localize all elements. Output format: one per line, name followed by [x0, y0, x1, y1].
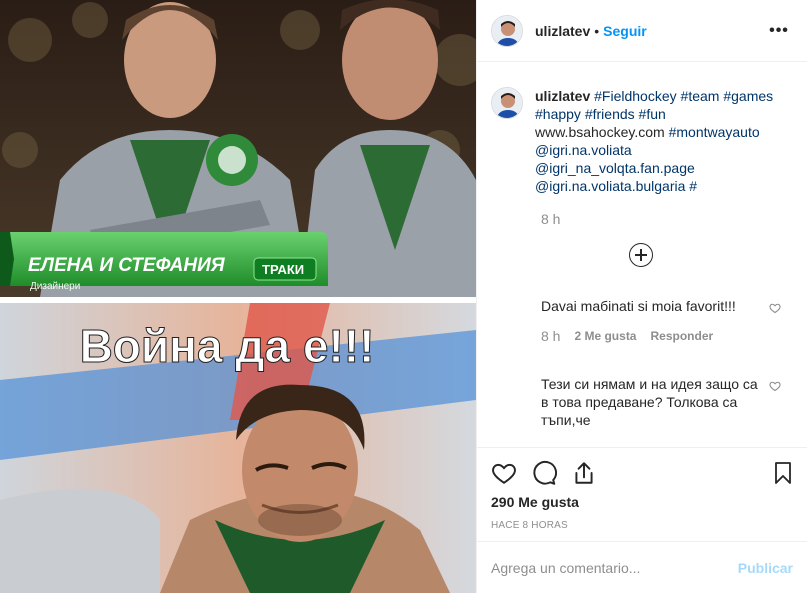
caption-tag-link[interactable]: @igri.na.voliata.bulgaria — [535, 178, 685, 194]
comment-icon[interactable] — [531, 460, 557, 486]
separator-dot: • — [594, 22, 600, 39]
comment-text: Тези си нямам и на идея защо са в това п… — [541, 376, 758, 428]
comments-section[interactable]: ulizlatev #Fieldhockey #team #games #hap… — [477, 63, 807, 447]
caption-tag-link[interactable]: # — [689, 178, 697, 194]
avatar[interactable] — [491, 14, 523, 47]
reply-button[interactable]: Responder — [650, 327, 713, 345]
follow-button[interactable]: Seguir — [603, 23, 647, 39]
caption-text-part: www.bsahockey.com — [535, 124, 665, 140]
caption-username[interactable]: ulizlatev — [535, 88, 590, 104]
header-names: ulizlatev • Seguir — [535, 23, 767, 39]
caption-tag-link[interactable]: #friends — [585, 106, 635, 122]
comment-likes[interactable]: 2 Me gusta — [574, 327, 636, 345]
caption-avatar[interactable] — [491, 87, 523, 119]
publish-button[interactable]: Publicar — [738, 560, 793, 576]
meme-text: Война да е!!! — [80, 320, 375, 372]
caption-tag-link[interactable]: #team — [681, 88, 720, 104]
comment-input[interactable] — [491, 559, 738, 576]
caption-name: ЕЛЕНА И СТЕФАНИЯ — [28, 255, 226, 276]
caption-tag-link[interactable]: @igri_na_volqta.fan.page — [535, 160, 695, 176]
comment-time: 8 h — [541, 328, 561, 344]
comment-body: Тези си нямам и на идея защо са в това п… — [541, 375, 766, 429]
header-username[interactable]: ulizlatev — [535, 23, 590, 39]
caption-role: Дизайнери — [30, 281, 80, 292]
heart-icon[interactable] — [769, 301, 781, 317]
comment-body: Davai maбinati si moia favorit!!! 8 h 2 … — [541, 297, 766, 345]
comment-text: Davai maбinati si moia favorit!!! — [541, 298, 736, 314]
caption: ulizlatev #Fieldhockey #team #games #hap… — [491, 87, 791, 195]
comment-meta: 8 h 2 Me gusta Responder — [541, 327, 766, 345]
caption-tag-link[interactable]: #fun — [639, 106, 666, 122]
post-image[interactable]: ЕЛЕНА И СТЕФАНИЯ ТРАКИ Дизайнери Война д… — [0, 0, 476, 593]
comment-item: Тези си нямам и на идея защо са в това п… — [491, 375, 791, 429]
load-more — [491, 243, 791, 267]
post-image-canvas: ЕЛЕНА И СТЕФАНИЯ ТРАКИ Дизайнери Война д… — [0, 0, 476, 593]
caption-team: ТРАКИ — [262, 262, 304, 277]
caption-tag-link[interactable]: @igri.na.voliata — [535, 142, 632, 158]
caption-tag-link[interactable]: #Fieldhockey — [594, 88, 677, 104]
heart-icon[interactable] — [491, 460, 517, 486]
plus-circle-icon[interactable] — [629, 243, 653, 267]
post-header: ulizlatev • Seguir ••• — [477, 0, 807, 62]
caption-tag-link[interactable]: #montwayauto — [669, 124, 760, 140]
caption-tag-link[interactable]: #games — [723, 88, 773, 104]
caption-tag-link[interactable]: #happy — [535, 106, 581, 122]
bookmark-icon[interactable] — [771, 460, 795, 486]
add-comment-bar: Publicar — [477, 541, 807, 593]
post-actions: 290 Me gusta HACE 8 HORAS — [477, 447, 807, 547]
post-timestamp[interactable]: HACE 8 HORAS — [491, 520, 795, 531]
caption-avatar-image — [492, 88, 522, 118]
caption-time: 8 h — [541, 211, 561, 227]
comment-item: Davai maбinati si moia favorit!!! 8 h 2 … — [491, 297, 791, 345]
heart-icon[interactable] — [769, 379, 781, 395]
likes-count[interactable]: 290 Me gusta — [491, 494, 795, 510]
caption-text: ulizlatev #Fieldhockey #team #games #hap… — [535, 87, 791, 195]
more-icon[interactable]: ••• — [767, 19, 791, 43]
action-icons — [491, 458, 795, 488]
avatar-image — [492, 15, 522, 46]
post-side-panel: ulizlatev • Seguir ••• ulizlatev #Fieldh… — [476, 0, 807, 593]
share-icon[interactable] — [571, 460, 597, 486]
